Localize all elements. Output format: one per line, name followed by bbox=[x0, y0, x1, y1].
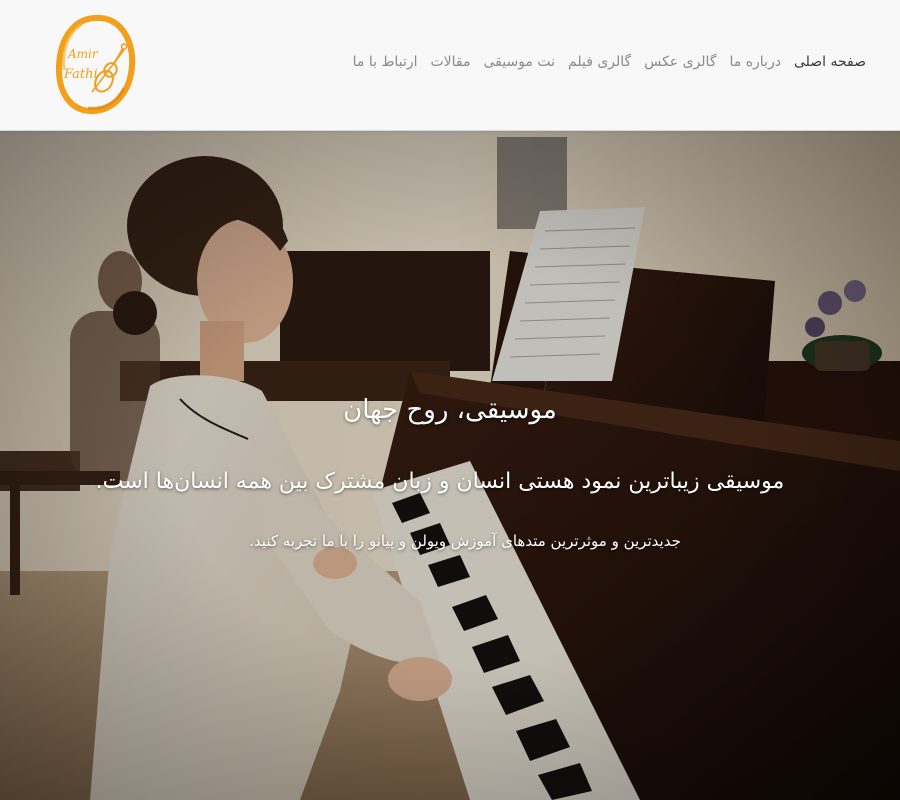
site-header: Amir Fathi صفحه اصلی درباره ما گالری عکس… bbox=[0, 0, 900, 131]
main-nav: صفحه اصلی درباره ما گالری عکس گالری فیلم… bbox=[353, 54, 866, 70]
logo-text-line1: Amir bbox=[67, 47, 99, 61]
nav-item-video-gallery[interactable]: گالری فیلم bbox=[568, 54, 631, 70]
nav-item-home[interactable]: صفحه اصلی bbox=[794, 54, 866, 70]
hero-background-image bbox=[0, 131, 900, 800]
logo-text-line2: Fathi bbox=[63, 67, 98, 82]
nav-item-about[interactable]: درباره ما bbox=[729, 54, 780, 70]
nav-item-contact[interactable]: ارتباط با ما bbox=[353, 54, 418, 70]
hero-tagline: جدیدترین و موثرترین متدهای آموزش ویولن و… bbox=[249, 532, 681, 550]
hero-subtitle: موسیقی زیباترین نمود هستی انسان و زبان م… bbox=[95, 469, 785, 494]
nav-item-sheet-music[interactable]: نت موسیقی bbox=[483, 54, 555, 70]
hero-section: موسیقی، روح جهان موسیقی زیباترین نمود هس… bbox=[0, 131, 900, 800]
nav-item-articles[interactable]: مقالات bbox=[430, 54, 470, 70]
site-logo[interactable]: Amir Fathi bbox=[52, 10, 138, 120]
hero-title: موسیقی، روح جهان bbox=[343, 395, 557, 425]
nav-item-photo-gallery[interactable]: گالری عکس bbox=[644, 54, 716, 70]
